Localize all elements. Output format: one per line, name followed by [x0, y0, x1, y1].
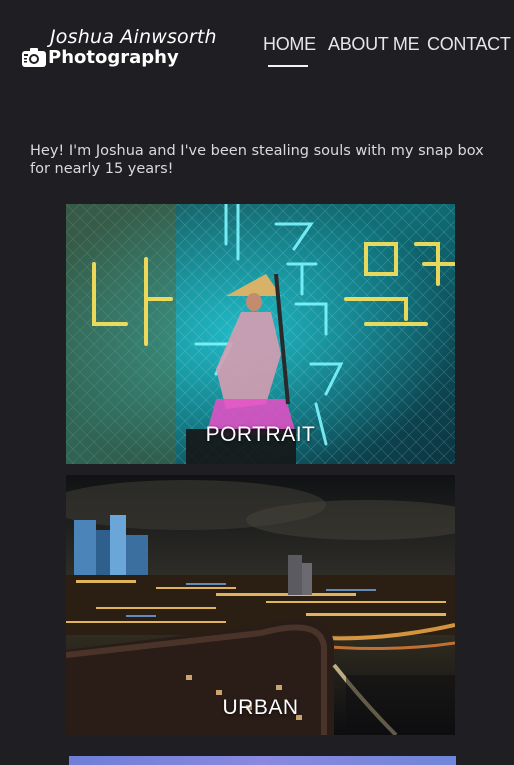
card-label-urban: URBAN — [222, 696, 299, 719]
gallery-card-next[interactable] — [69, 756, 456, 765]
nav-item-contact[interactable]: CONTACT — [427, 34, 511, 55]
brand-subtitle: Photography — [48, 47, 179, 68]
camera-icon — [22, 48, 46, 68]
brand-name: Joshua Ainwsorth — [50, 26, 217, 48]
nav-item-home[interactable]: HOME — [263, 34, 316, 55]
brand-logo[interactable]: Joshua Ainwsorth Photography — [22, 26, 222, 72]
intro-text: Hey! I'm Joshua and I've been stealing s… — [30, 143, 484, 177]
next-card-image — [69, 756, 456, 765]
gallery-card-urban[interactable]: URBAN — [66, 475, 455, 735]
nav-active-underline — [268, 65, 308, 67]
nav-item-about-me[interactable]: ABOUT ME — [328, 34, 420, 55]
main-nav: HOME ABOUT ME CONTACT — [260, 34, 514, 74]
card-label-portrait: PORTRAIT — [205, 423, 316, 446]
page: Joshua Ainwsorth Photography HOME ABOUT … — [0, 0, 514, 765]
gallery-card-portrait[interactable]: PORTRAIT — [66, 204, 455, 464]
